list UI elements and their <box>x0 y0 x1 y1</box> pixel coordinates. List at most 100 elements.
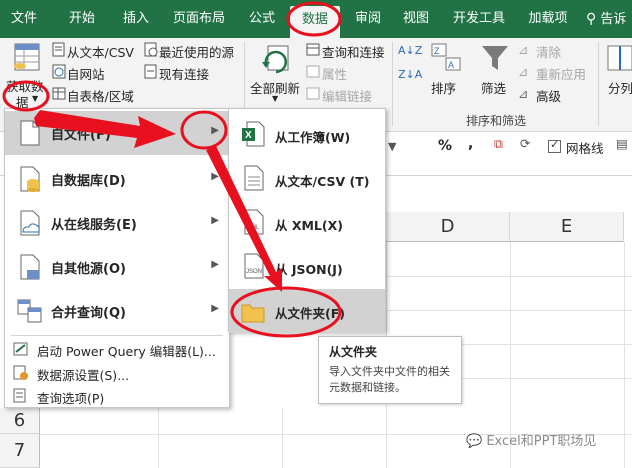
properties-icon <box>306 65 320 78</box>
tab-view[interactable]: 视图 <box>396 0 436 38</box>
row-header-7[interactable]: 7 <box>0 434 40 468</box>
submenu-item-from-xml[interactable]: XML 从 XML(X) <box>229 201 385 245</box>
refresh-icon <box>262 45 289 74</box>
database-table-icon <box>14 43 40 71</box>
sort-label: 排序 <box>431 81 457 96</box>
edit-links-icon <box>306 87 320 100</box>
tab-formulas[interactable]: 公式 <box>240 0 284 38</box>
column-header-e[interactable]: E <box>510 212 624 242</box>
queries-icon <box>306 43 320 56</box>
menu-label-combine-queries: 合并查询(Q) <box>51 306 126 321</box>
queries-connections-button[interactable]: 查询和连接 <box>306 42 390 60</box>
recent-sources-button[interactable]: 最近使用的源 <box>144 42 236 60</box>
advanced-button[interactable]: ⊿ 高级 <box>518 86 578 104</box>
folder-icon <box>241 304 265 323</box>
refresh-dropdown-icon: ▼ <box>272 94 279 103</box>
grid-line <box>386 276 632 277</box>
menu-divider <box>11 335 223 336</box>
menu-item-query-options[interactable]: 查询选项(P) <box>5 385 229 407</box>
submenu-arrow-icon: ▶ <box>211 125 219 136</box>
sort-az-button[interactable]: A↓Z <box>398 44 422 62</box>
refresh-small-icon[interactable]: ⟳ <box>520 136 530 151</box>
ribbon-separator <box>598 42 599 126</box>
menu-item-from-other-sources[interactable]: 自其他源(O) ▶ <box>5 245 229 289</box>
reapply-icon: ⊿ <box>518 64 529 79</box>
tab-addins[interactable]: 加载项 <box>522 0 574 38</box>
menu-item-from-database[interactable]: 自数据库(D) ▶ <box>5 157 229 201</box>
sort-button[interactable]: Z A 排序 <box>428 40 462 112</box>
recent-sources-icon <box>144 42 158 57</box>
get-data-menu: 自文件(F) ▶ 自数据库(D) ▶ 从在线服务(E) ▶ 自其他源(O) ▶ … <box>4 108 230 408</box>
menu-item-data-source-settings[interactable]: 数据源设置(S)... <box>5 361 229 385</box>
menu-item-from-online-services[interactable]: 从在线服务(E) ▶ <box>5 201 229 245</box>
submenu-item-from-workbook[interactable]: X 从工作簿(W) <box>229 113 385 157</box>
menu-label-from-file: 自文件(F) <box>51 128 111 143</box>
tab-review[interactable]: 审阅 <box>346 0 390 38</box>
submenu-arrow-icon: ▶ <box>211 259 219 270</box>
tab-page-layout[interactable]: 页面布局 <box>168 0 230 38</box>
tab-developer[interactable]: 开发工具 <box>446 0 512 38</box>
other-sources-icon <box>20 254 40 280</box>
excel-workbook-icon: X <box>242 121 265 147</box>
submenu-label-from-json: 从 JSON(J) <box>275 262 343 277</box>
sort-filter-group-label: 排序和筛选 <box>466 114 527 128</box>
database-icon <box>20 166 40 192</box>
file-icon <box>20 120 40 146</box>
svg-text:XML: XML <box>247 225 260 231</box>
tooltip-title: 从文件夹 <box>329 345 378 359</box>
combine-queries-icon <box>17 299 42 323</box>
from-text-csv-button[interactable]: 从文本/CSV <box>52 42 138 60</box>
freeze-panes-icon[interactable]: ▤ <box>616 136 628 151</box>
submenu-arrow-icon: ▶ <box>211 303 219 314</box>
menu-label-query-options: 查询选项(P) <box>37 391 105 406</box>
reapply-button[interactable]: ⊿ 重新应用 <box>518 64 594 82</box>
existing-connections-button[interactable]: 现有连接 <box>144 64 216 82</box>
comma-style-button[interactable]: , <box>468 136 473 152</box>
tell-me-label: 告诉 <box>600 12 627 27</box>
table-icon <box>52 87 66 100</box>
menu-item-combine-queries[interactable]: 合并查询(Q) ▶ <box>5 289 229 333</box>
queries-connections-label: 查询和连接 <box>322 45 385 60</box>
gridlines-checkbox[interactable]: ✓ <box>548 138 561 153</box>
checkmark-icon: ✓ <box>550 138 560 151</box>
column-header-d[interactable]: D <box>386 212 510 242</box>
submenu-label-from-text-csv: 从文本/CSV (T) <box>275 174 370 189</box>
submenu-item-from-json[interactable]: JSON 从 JSON(J) <box>229 245 385 289</box>
connections-icon <box>144 64 157 79</box>
tab-data[interactable]: 数据 <box>290 6 340 38</box>
from-table-label: 自表格/区域 <box>67 89 134 104</box>
wechat-icon: 💬 <box>466 434 483 449</box>
get-data-button[interactable]: 获取数 据 ▼ <box>2 38 50 110</box>
filter-button[interactable]: 筛选 <box>474 40 514 112</box>
existing-connections-label: 现有连接 <box>159 67 210 82</box>
tab-file[interactable]: 文件 <box>2 0 46 38</box>
from-web-label: 自网站 <box>67 67 105 82</box>
from-table-button[interactable]: 自表格/区域 <box>52 86 142 104</box>
clear-filter-icon: ⊿ <box>518 42 529 57</box>
edit-links-button[interactable]: 编辑链接 <box>306 86 386 104</box>
sort-za-button[interactable]: Z↓A <box>398 68 422 86</box>
watermark: 💬 Excel和PPT职场见 <box>466 430 596 449</box>
tab-home[interactable]: 开始 <box>60 0 104 38</box>
percent-style-button[interactable]: % <box>438 138 452 154</box>
menu-item-from-file[interactable]: 自文件(F) ▶ <box>5 111 229 155</box>
text-to-columns-button[interactable]: 分列 <box>604 40 632 112</box>
clear-button[interactable]: ⊿ 清除 <box>518 42 578 60</box>
properties-button[interactable]: 属性 <box>306 64 366 82</box>
xml-file-icon: XML <box>244 209 264 235</box>
menu-label-data-source-settings: 数据源设置(S)... <box>37 368 130 383</box>
from-web-button[interactable]: 自网站 <box>52 64 112 82</box>
svg-text:X: X <box>245 130 252 141</box>
submenu-item-from-folder[interactable]: 从文件夹(F) <box>229 289 385 333</box>
dropdown-chevron-icon[interactable]: ▼ <box>388 140 396 153</box>
format-icon[interactable]: ⧉ <box>494 136 503 152</box>
from-text-csv-label: 从文本/CSV <box>67 45 134 60</box>
menu-label-from-online-services: 从在线服务(E) <box>51 218 137 233</box>
row-header-6[interactable]: 6 <box>0 408 40 434</box>
menu-item-launch-power-query[interactable]: 启动 Power Query 编辑器(L)... <box>5 337 229 361</box>
tab-insert[interactable]: 插入 <box>114 0 158 38</box>
submenu-item-from-text-csv[interactable]: 从文本/CSV (T) <box>229 157 385 201</box>
refresh-all-button[interactable]: 全部刷新 ▼ <box>248 40 304 112</box>
properties-label: 属性 <box>322 67 348 82</box>
tell-me-box[interactable]: ⚲ 告诉 <box>586 0 632 38</box>
